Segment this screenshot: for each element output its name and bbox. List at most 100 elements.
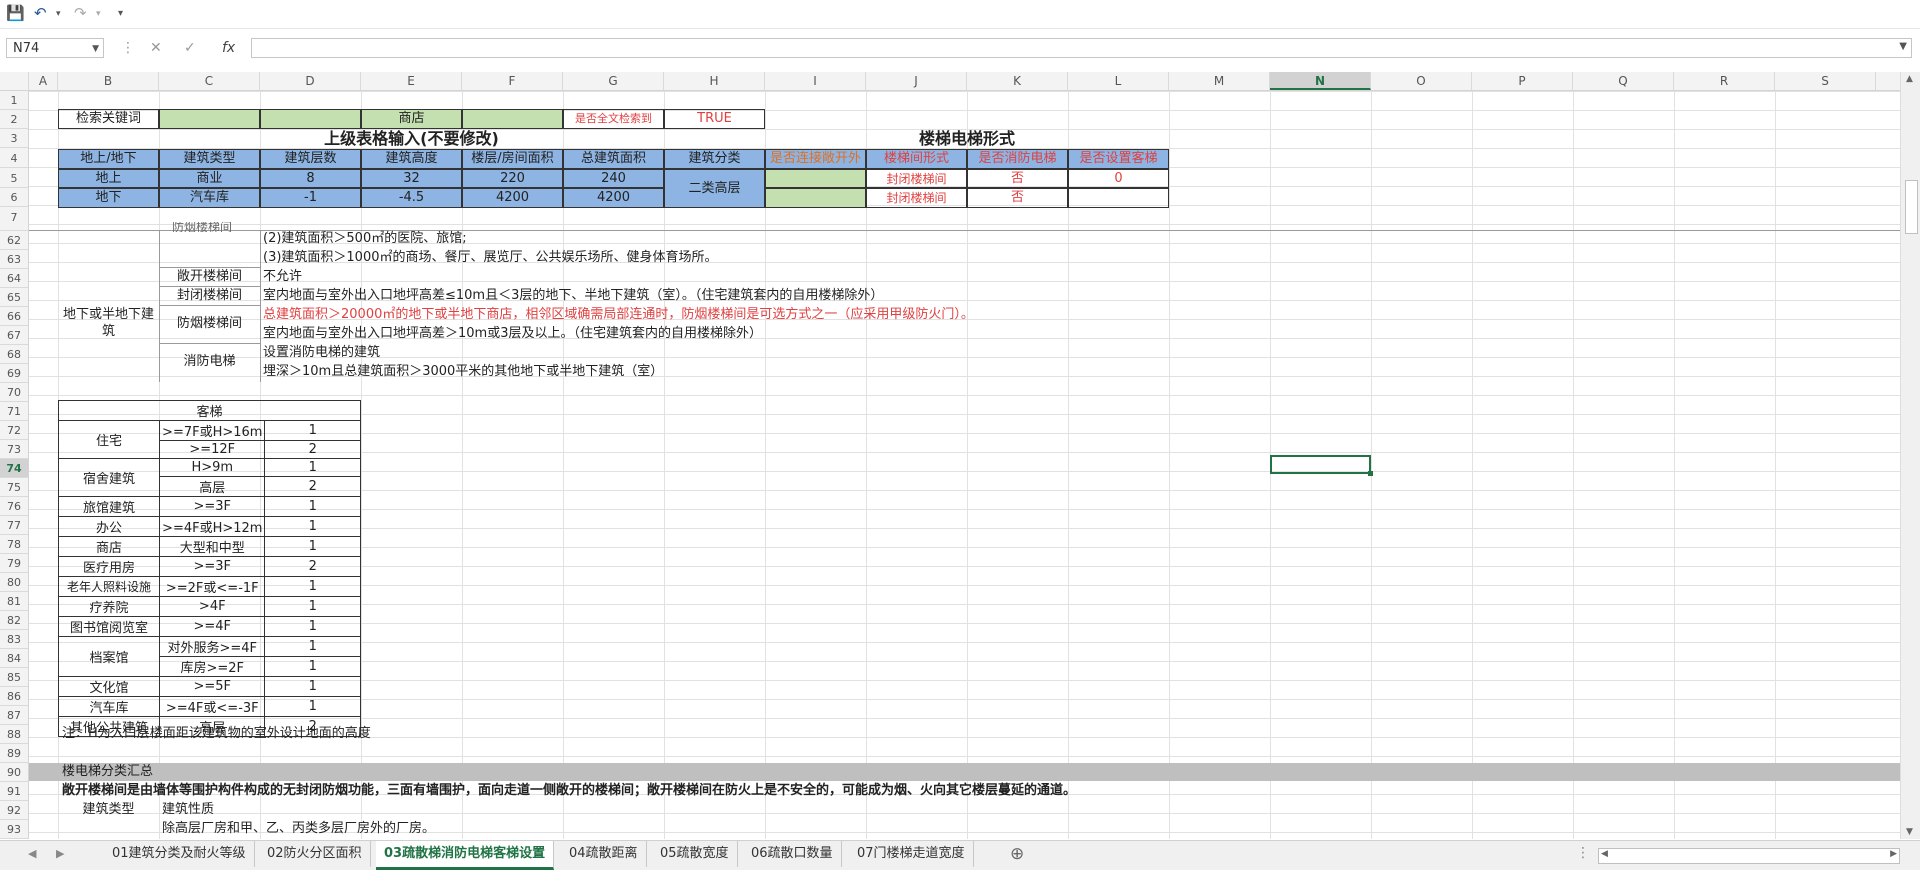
- cancel-icon[interactable]: ✕: [150, 40, 162, 56]
- row-header[interactable]: 65: [0, 288, 28, 307]
- fire-elevator-cell[interactable]: 否: [967, 188, 1068, 208]
- building-type-cell[interactable]: 老年人照料设施: [57, 576, 161, 597]
- row-header[interactable]: 68: [0, 345, 28, 364]
- count-cell[interactable]: 1: [264, 516, 361, 537]
- column-header[interactable]: G: [563, 72, 664, 90]
- header-cell[interactable]: 是否连接敞开外: [765, 149, 866, 169]
- summary-title[interactable]: 楼电梯分类汇总: [62, 763, 153, 781]
- header-cell[interactable]: 建筑分类: [664, 149, 765, 169]
- condition-cell[interactable]: >=3F: [159, 496, 266, 517]
- row-header[interactable]: 78: [0, 535, 28, 554]
- condition-cell[interactable]: 对外服务>=4F: [159, 636, 266, 657]
- row-header[interactable]: 74: [0, 459, 28, 478]
- sheet-tab[interactable]: 02防火分区面积: [259, 841, 371, 867]
- count-cell[interactable]: 1: [264, 496, 361, 517]
- classification-cell[interactable]: 二类高层: [664, 169, 765, 208]
- data-cell[interactable]: 240: [563, 169, 664, 188]
- data-cell[interactable]: 8: [260, 169, 361, 188]
- row-header[interactable]: 4: [0, 149, 28, 168]
- col-heading[interactable]: 建筑类型: [58, 801, 159, 819]
- row-header[interactable]: 66: [0, 307, 28, 326]
- data-cell[interactable]: 地下: [58, 188, 159, 208]
- row-header[interactable]: 79: [0, 554, 28, 573]
- count-cell[interactable]: 1: [264, 596, 361, 617]
- rule-text[interactable]: 埋深＞10m且总建筑面积＞3000平米的其他地下或半地下建筑（室）: [263, 363, 663, 381]
- scroll-thumb[interactable]: [1905, 180, 1918, 234]
- column-header[interactable]: I: [765, 72, 866, 90]
- building-type-cell[interactable]: 档案馆: [57, 636, 161, 677]
- open-stair-definition[interactable]: 敞开楼梯间是由墙体等围护构件构成的无封闭防烟功能，三面有墙围护，面向走道一侧敞开…: [62, 782, 1076, 800]
- scroll-left-icon[interactable]: ◀: [1601, 849, 1608, 859]
- redo-icon[interactable]: ↷: [74, 4, 87, 22]
- row-header[interactable]: 70: [0, 383, 28, 402]
- building-type-cell[interactable]: 汽车库: [57, 696, 161, 717]
- building-type-cell[interactable]: 住宅: [57, 420, 161, 459]
- condition-cell[interactable]: >=12F: [159, 440, 266, 459]
- passenger-elevator-cell[interactable]: 0: [1068, 169, 1169, 188]
- name-box[interactable]: N74 ▼: [6, 38, 104, 58]
- sheet-tab-active[interactable]: 03疏散梯消防电梯客梯设置: [376, 841, 555, 870]
- column-header[interactable]: E: [361, 72, 462, 90]
- passenger-elevator-cell[interactable]: [1068, 188, 1169, 208]
- data-cell[interactable]: 4200: [462, 188, 563, 208]
- row-header[interactable]: 2: [0, 110, 28, 129]
- undo-dropdown-icon[interactable]: ▾: [56, 9, 61, 19]
- sheet-tab[interactable]: 06疏散口数量: [743, 841, 842, 867]
- building-type-cell[interactable]: 宿舍建筑: [57, 458, 161, 497]
- keyword-cell[interactable]: 商店: [361, 109, 462, 129]
- row-header[interactable]: 3: [0, 129, 28, 148]
- next-sheet-icon[interactable]: ▶: [56, 847, 64, 860]
- condition-cell[interactable]: >=4F或<=-3F: [159, 696, 266, 717]
- open-stair-cell[interactable]: [765, 169, 866, 188]
- keyword-cell[interactable]: [462, 109, 563, 129]
- column-header[interactable]: A: [29, 72, 58, 90]
- row-header[interactable]: 1: [0, 91, 28, 110]
- insert-function-icon[interactable]: fx: [222, 40, 235, 56]
- rule-text[interactable]: 室内地面与室外出入口地坪高差＞10m或3层及以上。（住宅建筑套内的自用楼梯除外）: [263, 325, 762, 343]
- building-type-cell[interactable]: 办公: [57, 516, 161, 537]
- condition-cell[interactable]: 高层: [159, 476, 266, 497]
- row-header[interactable]: 86: [0, 687, 28, 706]
- horizontal-scrollbar[interactable]: ◀ ▶: [1598, 848, 1900, 864]
- condition-cell[interactable]: >=3F: [159, 556, 266, 577]
- data-cell[interactable]: -4.5: [361, 188, 462, 208]
- scroll-up-icon[interactable]: ▲: [1906, 74, 1913, 84]
- column-header[interactable]: C: [159, 72, 260, 90]
- rule-text[interactable]: (3)建筑面积＞1000㎡的商场、餐厅、展览厅、公共娱乐场所、健身体育场所。: [263, 249, 718, 267]
- row-header[interactable]: 5: [0, 169, 28, 188]
- row-header[interactable]: 84: [0, 649, 28, 668]
- vertical-scrollbar[interactable]: ▲ ▼: [1900, 72, 1920, 839]
- header-cell[interactable]: 楼层/房间面积: [462, 149, 563, 169]
- stair-form-cell[interactable]: 封闭楼梯间: [866, 169, 967, 188]
- row-header[interactable]: 83: [0, 630, 28, 649]
- stair-type-label[interactable]: 消防电梯: [159, 353, 260, 371]
- stair-type-label[interactable]: 封闭楼梯间: [159, 287, 260, 305]
- name-box-dropdown-icon[interactable]: ▼: [92, 39, 99, 59]
- row-header[interactable]: 89: [0, 744, 28, 763]
- add-sheet-icon[interactable]: ⊕: [1010, 844, 1024, 864]
- row-header[interactable]: 77: [0, 516, 28, 535]
- data-cell[interactable]: 220: [462, 169, 563, 188]
- building-type-cell[interactable]: 商店: [57, 536, 161, 557]
- data-cell[interactable]: 商业: [159, 169, 260, 188]
- row-header[interactable]: 75: [0, 478, 28, 497]
- col-heading[interactable]: 建筑性质: [162, 801, 214, 819]
- sheet-tab[interactable]: 07门楼梯走道宽度: [849, 841, 974, 867]
- formula-input[interactable]: ▼: [251, 38, 1912, 58]
- row-header[interactable]: 64: [0, 269, 28, 288]
- redo-dropdown-icon[interactable]: ▾: [96, 9, 101, 19]
- rule-text[interactable]: (2)建筑面积＞500㎡的医院、旅馆;: [263, 230, 467, 248]
- count-cell[interactable]: 1: [264, 576, 361, 597]
- select-all-button[interactable]: [0, 72, 29, 90]
- count-cell[interactable]: 2: [264, 556, 361, 577]
- header-cell[interactable]: 建筑层数: [260, 149, 361, 169]
- row-header[interactable]: 72: [0, 421, 28, 440]
- column-header[interactable]: F: [462, 72, 563, 90]
- building-type-cell[interactable]: 医疗用房: [57, 556, 161, 577]
- row-header[interactable]: 67: [0, 326, 28, 345]
- building-type-cell[interactable]: 疗养院: [57, 596, 161, 617]
- row-header[interactable]: 91: [0, 782, 28, 801]
- column-header[interactable]: J: [866, 72, 967, 90]
- sheet-tab[interactable]: 01建筑分类及耐火等级: [104, 841, 255, 867]
- data-cell[interactable]: 汽车库: [159, 188, 260, 208]
